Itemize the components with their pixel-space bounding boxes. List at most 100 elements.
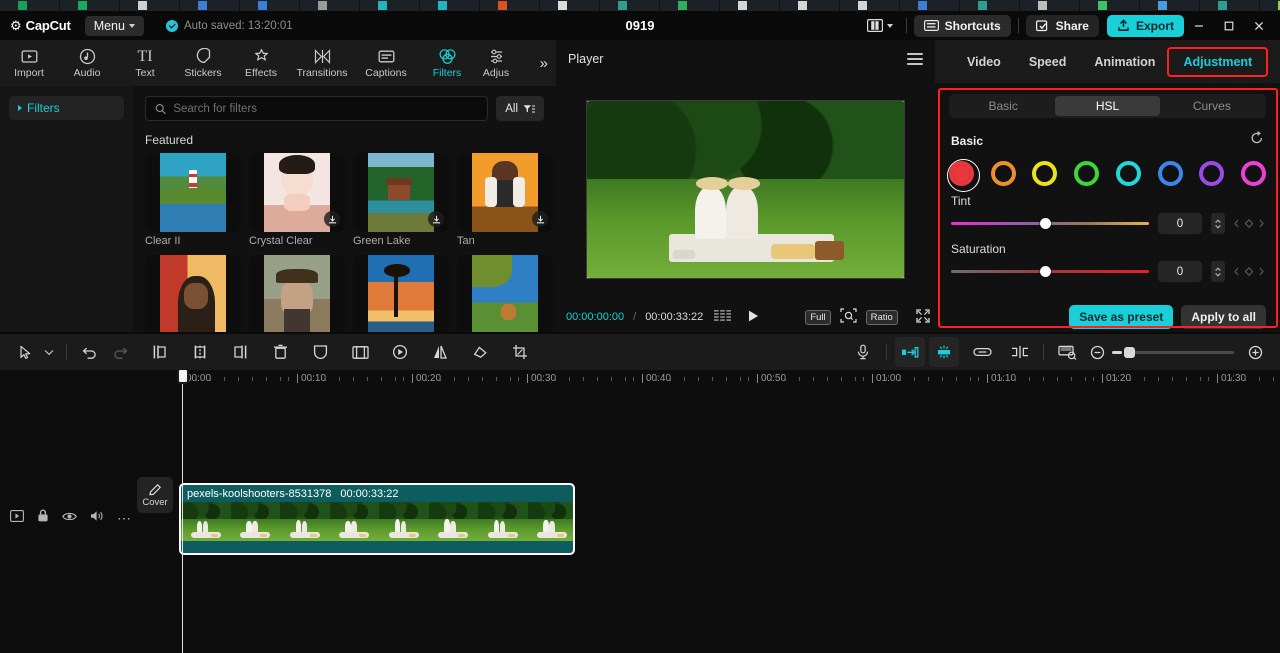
- speaker-icon[interactable]: [90, 509, 104, 527]
- tab-speed[interactable]: Speed: [1015, 49, 1081, 75]
- tint-value[interactable]: 0: [1158, 213, 1202, 234]
- swatch-green[interactable]: [1074, 161, 1100, 186]
- minimize-button[interactable]: [1184, 12, 1214, 40]
- browser-tab[interactable]: [840, 0, 900, 11]
- play-button[interactable]: [746, 309, 760, 326]
- tint-slider-knob[interactable]: [1040, 218, 1052, 229]
- zoom-preview-icon[interactable]: [840, 308, 857, 326]
- swatch-red[interactable]: [947, 159, 980, 192]
- redo-icon[interactable]: [105, 337, 135, 367]
- filter-card[interactable]: [353, 255, 449, 332]
- browser-tab[interactable]: [300, 0, 360, 11]
- zoom-slider[interactable]: [1112, 346, 1240, 358]
- track-thumbnail-icon[interactable]: [10, 509, 24, 527]
- browser-tab[interactable]: [1140, 0, 1200, 11]
- select-tool-icon[interactable]: [10, 337, 40, 367]
- browser-tab[interactable]: [0, 0, 60, 11]
- download-icon[interactable]: [324, 211, 340, 227]
- export-button[interactable]: Export: [1106, 14, 1184, 37]
- fullscreen-icon[interactable]: [916, 308, 930, 326]
- browser-tab[interactable]: [720, 0, 780, 11]
- browser-tab[interactable]: [1020, 0, 1080, 11]
- saturation-keyframe-controls[interactable]: [1234, 266, 1264, 277]
- microphone-icon[interactable]: [848, 337, 878, 367]
- freeze-frame-icon[interactable]: [385, 337, 415, 367]
- video-preview[interactable]: [586, 100, 905, 279]
- browser-tab[interactable]: [540, 0, 600, 11]
- download-icon[interactable]: [532, 211, 548, 227]
- zoom-slider-knob[interactable]: [1124, 346, 1135, 358]
- tint-slider[interactable]: [951, 217, 1149, 231]
- split-icon[interactable]: [185, 337, 215, 367]
- tool-text[interactable]: TI Text: [116, 40, 174, 86]
- browser-tab[interactable]: [120, 0, 180, 11]
- browser-tab[interactable]: [480, 0, 540, 11]
- tool-audio[interactable]: Audio: [58, 40, 116, 86]
- full-quality-button[interactable]: Full: [805, 309, 831, 325]
- tool-import[interactable]: Import: [0, 40, 58, 86]
- more-icon[interactable]: ⋯: [117, 511, 131, 525]
- saturation-slider[interactable]: [951, 265, 1149, 279]
- split-left-icon[interactable]: [145, 337, 175, 367]
- delete-icon[interactable]: [265, 337, 295, 367]
- crop-frame-icon[interactable]: [345, 337, 375, 367]
- shortcuts-button[interactable]: Shortcuts: [913, 14, 1011, 37]
- filter-card[interactable]: [145, 255, 241, 332]
- browser-tab[interactable]: [900, 0, 960, 11]
- reset-icon[interactable]: [1250, 131, 1264, 150]
- tool-dropdown-chevron-icon[interactable]: [40, 337, 58, 367]
- browser-tab[interactable]: [660, 0, 720, 11]
- timeline-clip[interactable]: pexels-koolshooters-8531378 00:00:33:22: [179, 483, 575, 555]
- search-input[interactable]: [173, 102, 479, 115]
- filter-all-button[interactable]: All: [496, 96, 544, 121]
- player-menu-icon[interactable]: [907, 52, 923, 65]
- tab-adjustment[interactable]: Adjustment: [1167, 46, 1269, 77]
- maximize-button[interactable]: [1214, 12, 1244, 40]
- swatch-cyan[interactable]: [1115, 161, 1141, 186]
- close-button[interactable]: [1244, 12, 1274, 40]
- preview-thumbnail-icon[interactable]: [1052, 337, 1082, 367]
- browser-tab[interactable]: [240, 0, 300, 11]
- menu-button[interactable]: Menu: [84, 15, 144, 36]
- apply-to-all-button[interactable]: Apply to all: [1181, 304, 1266, 329]
- browser-tab[interactable]: [600, 0, 660, 11]
- tool-adjustment[interactable]: Adjus: [476, 40, 516, 86]
- zoom-slider-track[interactable]: [1124, 346, 1234, 358]
- segment-hsl[interactable]: HSL: [1055, 96, 1160, 116]
- filter-card[interactable]: [249, 255, 345, 332]
- timeline[interactable]: 00:00 00:10 00:20 00:30 00:40 00:50 01:0…: [0, 368, 1280, 653]
- sidebar-item-filters[interactable]: Filters: [9, 96, 124, 120]
- tint-stepper[interactable]: [1211, 213, 1225, 234]
- browser-tab[interactable]: [780, 0, 840, 11]
- browser-tab[interactable]: [960, 0, 1020, 11]
- timeline-ruler[interactable]: 00:00 00:10 00:20 00:30 00:40 00:50 01:0…: [0, 370, 1280, 392]
- swatch-purple[interactable]: [1199, 161, 1225, 186]
- layout-switch-button[interactable]: [861, 16, 899, 35]
- undo-icon[interactable]: [75, 337, 105, 367]
- zoom-out-icon[interactable]: [1082, 337, 1112, 367]
- playhead[interactable]: [176, 368, 189, 653]
- filter-card[interactable]: Green Lake: [353, 153, 449, 247]
- tool-captions[interactable]: Captions: [354, 40, 418, 86]
- playhead-grip[interactable]: [176, 368, 189, 384]
- tool-effects[interactable]: Effects: [232, 40, 290, 86]
- filter-card[interactable]: [457, 255, 553, 332]
- tool-transitions[interactable]: Transitions: [290, 40, 354, 86]
- link-icon[interactable]: [967, 337, 997, 367]
- crop-icon[interactable]: [505, 337, 535, 367]
- share-button[interactable]: Share: [1025, 14, 1099, 37]
- browser-tab[interactable]: [1200, 0, 1260, 11]
- swatch-orange[interactable]: [990, 161, 1016, 186]
- tool-stickers[interactable]: Stickers: [174, 40, 232, 86]
- browser-tab[interactable]: [1080, 0, 1140, 11]
- swatch-magenta[interactable]: [1240, 161, 1266, 186]
- tab-animation[interactable]: Animation: [1080, 49, 1169, 75]
- search-box[interactable]: [145, 96, 489, 121]
- segment-basic[interactable]: Basic: [951, 96, 1055, 116]
- mirror-icon[interactable]: [425, 337, 455, 367]
- frame-view-icon[interactable]: [714, 310, 732, 324]
- browser-tab[interactable]: [180, 0, 240, 11]
- filter-card[interactable]: Crystal Clear: [249, 153, 345, 247]
- browser-tab[interactable]: [360, 0, 420, 11]
- saturation-value[interactable]: 0: [1158, 261, 1202, 282]
